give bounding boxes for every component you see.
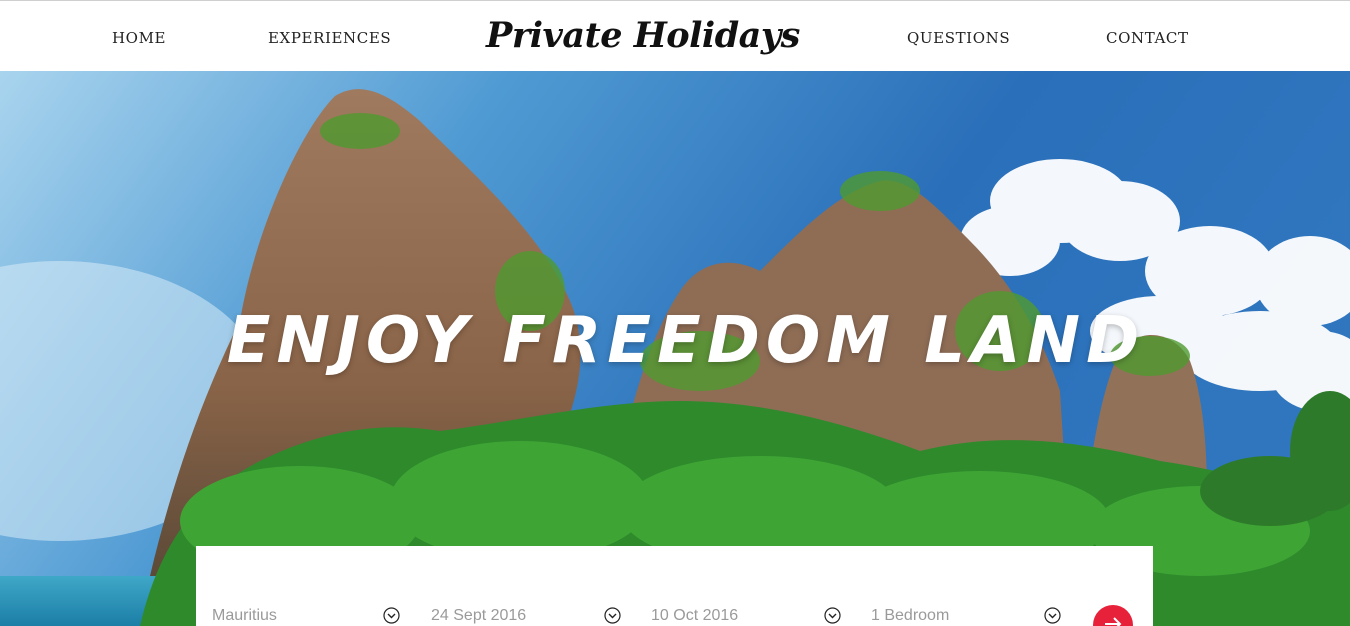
chevron-down-circle-icon: [824, 607, 841, 624]
check-in-value: 24 Sept 2016: [431, 607, 527, 624]
check-out-value: 10 Oct 2016: [651, 607, 739, 624]
nav-home-link[interactable]: HOME: [112, 28, 166, 48]
destination-select[interactable]: Mauritius: [212, 604, 400, 626]
chevron-down-circle-icon: [383, 607, 400, 624]
chevron-down-circle-icon: [1044, 607, 1061, 624]
hero-banner: ENJOY FREEDOM LAND: [0, 71, 1350, 626]
destination-value: Mauritius: [212, 607, 277, 624]
arrow-right-icon: [1105, 617, 1122, 626]
check-in-date-select[interactable]: 24 Sept 2016: [431, 604, 621, 626]
search-submit-button[interactable]: [1093, 605, 1133, 626]
site-header: HOME EXPERIENCES Private Holidays QUESTI…: [0, 0, 1350, 71]
hero-title: ENJOY FREEDOM LAND: [226, 304, 1146, 378]
rooms-select[interactable]: 1 Bedroom: [871, 604, 1061, 626]
brand-logo[interactable]: Private Holidays: [486, 13, 806, 59]
rooms-value: 1 Bedroom: [871, 607, 950, 624]
nav-contact-link[interactable]: CONTACT: [1106, 28, 1189, 48]
nav-questions-link[interactable]: QUESTIONS: [907, 28, 1010, 48]
booking-search-panel: Mauritius 24 Sept 2016 10 Oct 2016 1 Bed…: [196, 546, 1153, 626]
nav-experiences-link[interactable]: EXPERIENCES: [268, 28, 391, 48]
chevron-down-circle-icon: [604, 607, 621, 624]
check-out-date-select[interactable]: 10 Oct 2016: [651, 604, 841, 626]
